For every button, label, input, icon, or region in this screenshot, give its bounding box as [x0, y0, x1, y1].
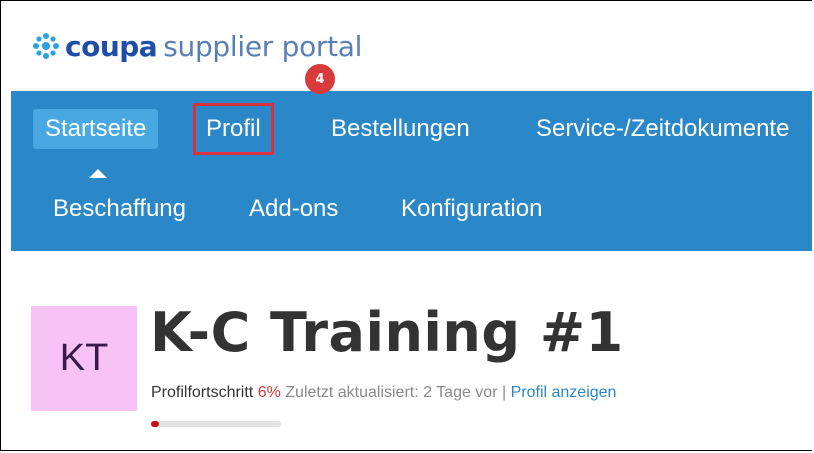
nav-tab-add-ons[interactable]: Add-ons: [249, 189, 338, 229]
progress-percent: 6%: [257, 384, 281, 401]
nav-tab-profil[interactable]: Profil: [193, 103, 274, 155]
company-name: K-C Training #1: [150, 301, 624, 364]
avatar: KT: [31, 306, 137, 411]
profile-progress-bar: [151, 421, 281, 427]
main-nav: Startseite Profil Bestellungen Service-/…: [11, 91, 812, 251]
meta-separator: |: [501, 384, 507, 401]
nav-tab-bestellungen[interactable]: Bestellungen: [331, 109, 470, 149]
profile-progress-fill: [151, 421, 159, 427]
profile-meta: Profilfortschritt 6% Zuletzt aktualisier…: [151, 384, 616, 402]
active-tab-caret-icon: [89, 169, 107, 178]
last-updated: Zuletzt aktualisiert: 2 Tage vor: [285, 384, 498, 401]
nav-tab-konfiguration[interactable]: Konfiguration: [401, 189, 542, 229]
nav-tab-service-zeitdokumente[interactable]: Service-/Zeitdokumente: [536, 109, 789, 149]
coupa-flower-icon: [33, 33, 59, 59]
nav-tab-beschaffung[interactable]: Beschaffung: [53, 189, 186, 229]
coupa-logo[interactable]: coupa supplier portal: [31, 26, 362, 66]
browser-viewport: coupa supplier portal Startseite Profil …: [0, 0, 812, 451]
step-badge: 4: [305, 64, 335, 94]
progress-label: Profilfortschritt: [151, 384, 254, 401]
logo-suffix: supplier portal: [163, 29, 363, 63]
nav-tab-startseite[interactable]: Startseite: [33, 109, 159, 149]
logo-brand: coupa: [65, 29, 158, 63]
view-profile-link[interactable]: Profil anzeigen: [511, 384, 617, 401]
